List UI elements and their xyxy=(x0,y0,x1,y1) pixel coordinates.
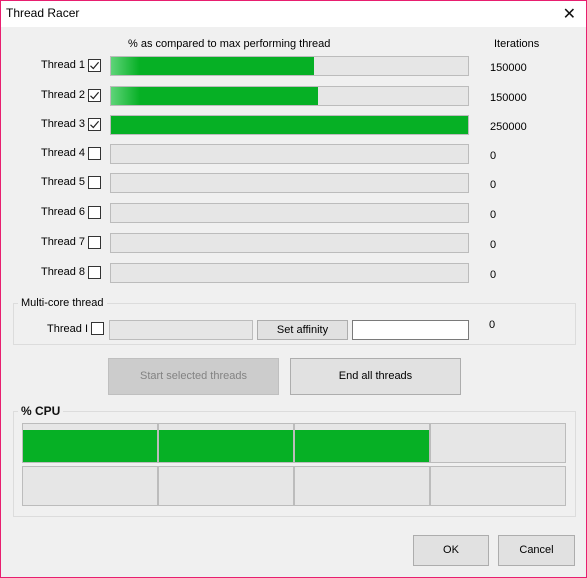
start-selected-threads-button[interactable]: Start selected threads xyxy=(108,358,279,395)
cancel-button[interactable]: Cancel xyxy=(498,535,575,566)
thread-i-iterations: 0 xyxy=(489,319,496,331)
thread-progress-bar xyxy=(110,144,469,164)
thread-progress-bar xyxy=(110,233,469,253)
iterations-column-header: Iterations xyxy=(494,38,540,50)
thread-checkbox[interactable] xyxy=(88,147,101,160)
thread-label: Thread 1 xyxy=(40,59,85,71)
cpu-core-meter xyxy=(158,466,294,506)
thread-label: Thread 4 xyxy=(40,147,85,159)
thread-label: Thread 6 xyxy=(40,206,85,218)
thread-progress-bar xyxy=(110,203,469,223)
thread-progress-bar xyxy=(110,56,469,76)
thread-label: Thread 2 xyxy=(40,89,85,101)
set-affinity-button[interactable]: Set affinity xyxy=(257,320,348,340)
thread-label: Thread 8 xyxy=(40,266,85,278)
cpu-core-meter xyxy=(294,466,430,506)
cpu-core-meter xyxy=(22,466,158,506)
thread-iterations: 0 xyxy=(490,269,497,281)
cpu-group-title: % CPU xyxy=(18,404,64,418)
multicore-group-title: Multi-core thread xyxy=(18,297,107,309)
thread-progress-fill xyxy=(111,57,315,75)
cpu-core-meter xyxy=(22,423,158,463)
cpu-core-meter xyxy=(430,423,566,463)
thread-progress-bar xyxy=(110,263,469,283)
thread-i-checkbox[interactable] xyxy=(91,322,104,335)
end-all-threads-button[interactable]: End all threads xyxy=(290,358,461,395)
affinity-input[interactable] xyxy=(352,320,469,340)
thread-iterations: 0 xyxy=(490,239,497,251)
cpu-core-meter xyxy=(158,423,294,463)
thread-label: Thread 3 xyxy=(40,118,85,130)
cpu-core-fill xyxy=(295,429,429,462)
thread-label: Thread 7 xyxy=(40,236,85,248)
thread-i-label: Thread I xyxy=(47,323,88,335)
thread-checkbox[interactable] xyxy=(88,236,101,249)
cpu-core-fill xyxy=(23,429,157,462)
thread-iterations: 0 xyxy=(490,209,497,221)
thread-racer-dialog: Thread Racer ✕ % as compared to max perf… xyxy=(0,0,587,578)
progress-column-header: % as compared to max performing thread xyxy=(128,38,331,50)
thread-checkbox[interactable] xyxy=(88,176,101,189)
thread-label: Thread 5 xyxy=(40,176,85,188)
thread-checkbox[interactable] xyxy=(88,266,101,279)
thread-checkbox[interactable] xyxy=(88,59,101,72)
thread-progress-fill xyxy=(111,116,468,134)
thread-i-progress-bar xyxy=(109,320,253,340)
ok-button[interactable]: OK xyxy=(413,535,489,566)
thread-iterations: 0 xyxy=(490,150,497,162)
title-bar: Thread Racer ✕ xyxy=(1,1,586,27)
thread-iterations: 150000 xyxy=(490,92,527,104)
cpu-core-meter xyxy=(294,423,430,463)
thread-progress-bar xyxy=(110,86,469,106)
thread-progress-fill xyxy=(111,87,319,105)
close-icon[interactable]: ✕ xyxy=(563,4,576,24)
thread-iterations: 150000 xyxy=(490,62,527,74)
thread-iterations: 250000 xyxy=(490,121,527,133)
window-title: Thread Racer xyxy=(6,6,80,20)
thread-checkbox[interactable] xyxy=(88,118,101,131)
thread-checkbox[interactable] xyxy=(88,206,101,219)
thread-progress-bar xyxy=(110,173,469,193)
thread-progress-bar xyxy=(110,115,469,135)
cpu-core-fill xyxy=(159,429,293,462)
cpu-core-meter xyxy=(430,466,566,506)
thread-iterations: 0 xyxy=(490,179,497,191)
thread-checkbox[interactable] xyxy=(88,89,101,102)
